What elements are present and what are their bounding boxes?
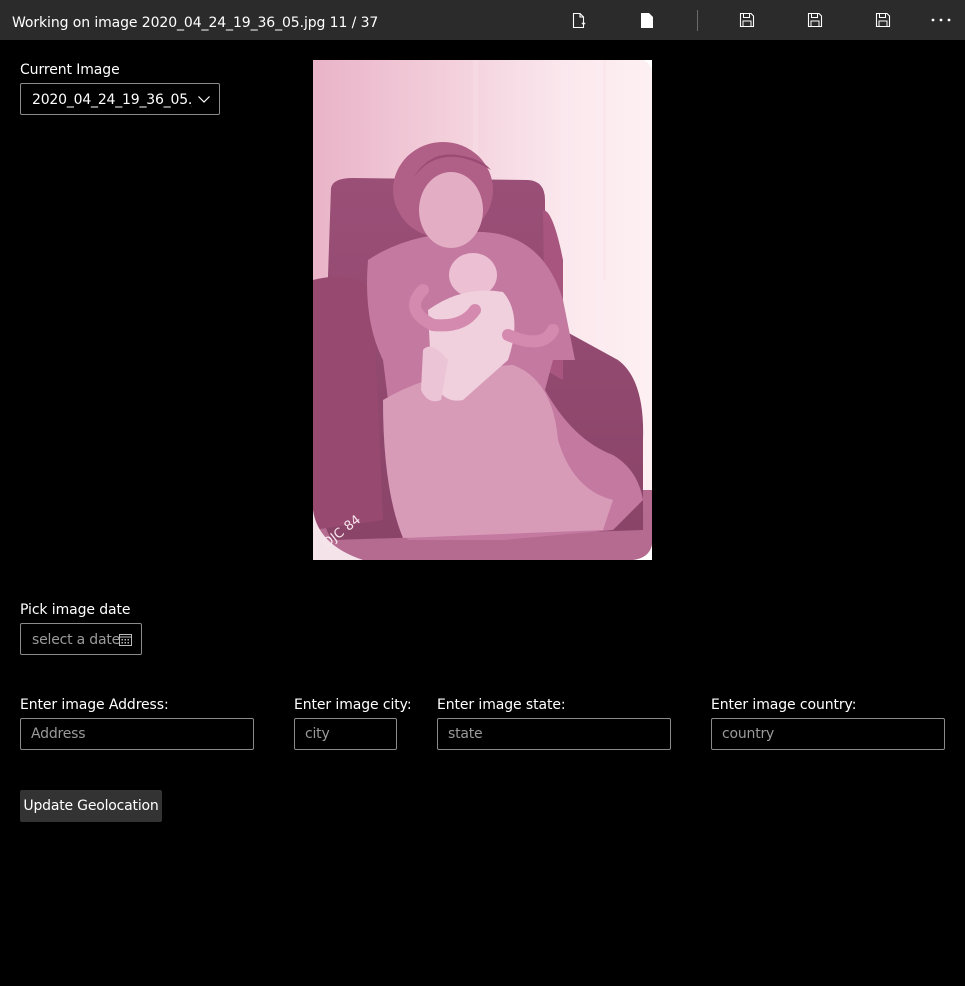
new-file-button[interactable]: [566, 8, 592, 32]
city-input[interactable]: [294, 718, 397, 750]
document-icon: [641, 12, 653, 28]
address-label: Enter image Address:: [20, 697, 169, 713]
command-bar: Working on image 2020_04_24_19_36_05.jpg…: [0, 0, 965, 40]
city-label: Enter image city:: [294, 697, 412, 713]
photo-image: DJC 84: [313, 60, 652, 560]
new-file-icon: [572, 12, 586, 28]
command-separator: [697, 10, 698, 31]
save-icon: [739, 12, 755, 28]
current-photo: DJC 84: [313, 60, 652, 560]
save-button-3[interactable]: [870, 8, 896, 32]
date-label: Pick image date: [20, 602, 131, 618]
state-input[interactable]: [437, 718, 671, 750]
country-label: Enter image country:: [711, 697, 857, 713]
current-image-combobox[interactable]: 2020_04_24_19_36_05.jpg: [20, 83, 220, 115]
country-input[interactable]: [711, 718, 945, 750]
address-input[interactable]: [20, 718, 254, 750]
more-icon: [931, 18, 951, 22]
update-geolocation-button[interactable]: Update Geolocation: [20, 790, 162, 822]
date-picker[interactable]: select a date: [20, 623, 142, 655]
calendar-icon: [119, 634, 132, 646]
date-placeholder: select a date: [32, 632, 121, 648]
more-options-button[interactable]: [927, 8, 955, 32]
document-button[interactable]: [634, 8, 660, 32]
save-button-2[interactable]: [802, 8, 828, 32]
state-label: Enter image state:: [437, 697, 566, 713]
window-title: Working on image 2020_04_24_19_36_05.jpg…: [12, 15, 379, 31]
current-image-value: 2020_04_24_19_36_05.jpg: [32, 92, 192, 108]
save-icon: [875, 12, 891, 28]
save-icon: [807, 12, 823, 28]
save-button-1[interactable]: [734, 8, 760, 32]
chevron-down-icon: [198, 96, 210, 103]
current-image-label: Current Image: [20, 62, 120, 78]
